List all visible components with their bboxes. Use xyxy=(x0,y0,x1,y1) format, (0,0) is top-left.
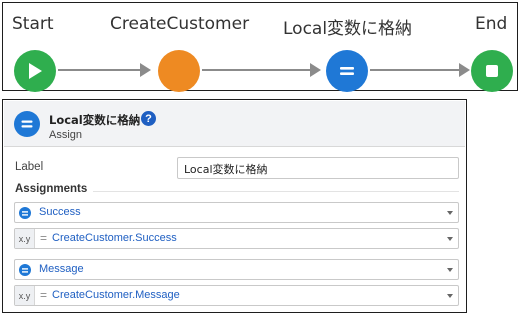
stop-icon xyxy=(486,65,498,77)
start-node[interactable] xyxy=(14,50,56,92)
arrowhead-icon xyxy=(459,63,470,77)
node-label-createcustomer: CreateCustomer xyxy=(110,14,250,34)
properties-subtitle: Assign xyxy=(49,129,83,141)
chevron-down-icon[interactable] xyxy=(447,211,453,215)
expression-type-badge: x.y xyxy=(15,229,35,248)
flow-canvas: Start CreateCustomer Local変数に格納 End xyxy=(2,2,518,92)
assignment-variable-name: Success xyxy=(39,206,81,218)
help-icon[interactable]: ? xyxy=(141,111,156,126)
node-label-assign: Local変数に格納 xyxy=(283,19,413,39)
expression-type-badge: x.y xyxy=(15,286,35,305)
assignment-variable-select[interactable]: Message xyxy=(14,259,459,280)
equals-icon xyxy=(340,67,354,75)
variable-equals-icon xyxy=(19,264,31,276)
assignment-value-expression[interactable]: x.y = CreateCustomer.Success xyxy=(14,228,459,249)
assignment-variable-name: Message xyxy=(39,263,84,275)
properties-header: Local変数に格納 ? Assign xyxy=(4,101,465,147)
assignment-variable-select[interactable]: Success xyxy=(14,202,459,223)
node-label-end: End xyxy=(475,14,508,34)
chevron-down-icon[interactable] xyxy=(447,294,453,298)
equals-operator: = xyxy=(40,288,48,302)
assign-node[interactable] xyxy=(326,50,368,92)
variable-equals-icon xyxy=(19,207,31,219)
label-input[interactable]: Local変数に格納 xyxy=(177,157,459,179)
assignment-value-expression[interactable]: x.y = CreateCustomer.Message xyxy=(14,285,459,306)
label-caption: Label xyxy=(15,161,44,173)
assignment-value-text: CreateCustomer.Success xyxy=(52,232,177,244)
equals-operator: = xyxy=(40,231,48,245)
connector-create-assign xyxy=(202,69,310,71)
properties-title: Local変数に格納 xyxy=(49,113,141,127)
connector-assign-end xyxy=(370,69,459,71)
node-label-start: Start xyxy=(12,14,54,34)
end-node[interactable] xyxy=(471,50,513,92)
assign-equals-icon xyxy=(14,111,40,137)
createcustomer-node[interactable] xyxy=(158,50,200,92)
arrowhead-icon xyxy=(140,63,151,77)
properties-panel: Local変数に格納 ? Assign Label Local変数に格納 Ass… xyxy=(2,99,467,313)
assignments-heading: Assignments xyxy=(15,183,88,195)
connector-start-create xyxy=(58,69,140,71)
play-icon xyxy=(29,63,42,79)
arrowhead-icon xyxy=(310,63,321,77)
chevron-down-icon[interactable] xyxy=(447,268,453,272)
assignment-value-text: CreateCustomer.Message xyxy=(52,289,180,301)
section-divider xyxy=(93,191,459,192)
chevron-down-icon[interactable] xyxy=(447,237,453,241)
